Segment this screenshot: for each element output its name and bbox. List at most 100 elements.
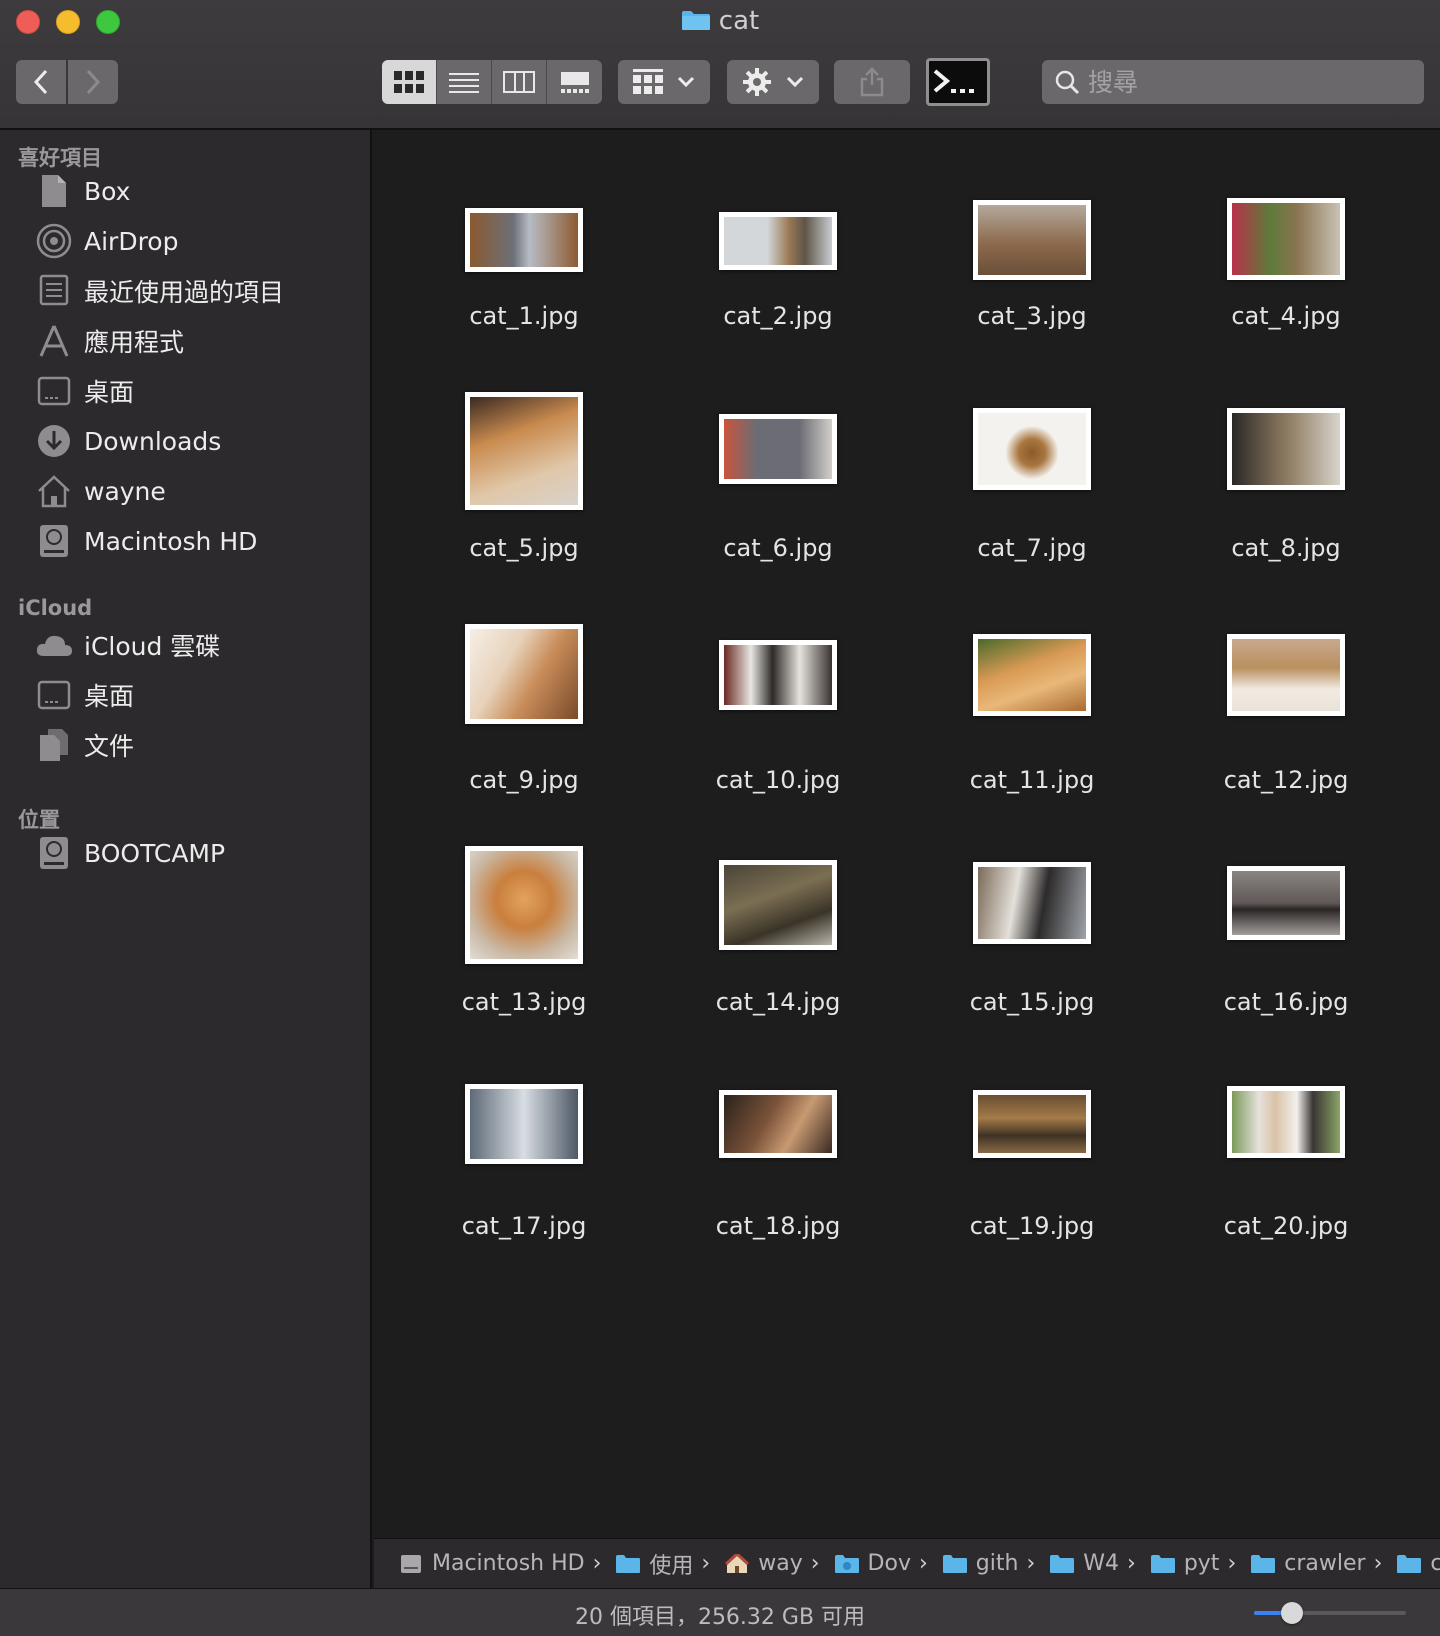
gallery-view-icon xyxy=(560,72,589,93)
column-view-icon xyxy=(503,71,535,93)
folder-icon xyxy=(1050,1554,1075,1573)
path-item-downloads[interactable]: Dov › xyxy=(834,1551,938,1576)
image-thumbnail xyxy=(719,414,837,484)
sidebar-item-label: 最近使用過的項目 xyxy=(84,278,285,307)
airdrop-icon xyxy=(34,221,74,261)
column-view-button[interactable] xyxy=(492,60,547,104)
image-thumbnail xyxy=(719,212,837,270)
group-by-button[interactable] xyxy=(618,60,710,104)
file-item[interactable]: cat_2.jpg xyxy=(678,160,878,330)
image-thumbnail xyxy=(1227,408,1345,490)
path-item-python[interactable]: pyt › xyxy=(1150,1551,1246,1576)
file-item[interactable]: cat_19.jpg xyxy=(932,1070,1132,1240)
sidebar-item-box[interactable]: Box xyxy=(34,168,364,214)
cloud-icon xyxy=(34,625,74,665)
back-button[interactable] xyxy=(16,60,66,104)
image-thumbnail xyxy=(1227,198,1345,280)
desktop-icon xyxy=(34,675,74,715)
folder-icon xyxy=(681,11,710,30)
file-item[interactable]: cat_18.jpg xyxy=(678,1070,878,1240)
image-thumbnail xyxy=(719,1090,837,1158)
terminal-icon xyxy=(933,69,974,93)
sidebar-item-documents[interactable]: 文件 xyxy=(34,722,364,768)
gear-icon xyxy=(743,68,771,96)
path-item-label: crawler xyxy=(1284,1551,1366,1576)
sidebar-item-label: iCloud 雲碟 xyxy=(84,632,221,661)
icon-view-button[interactable] xyxy=(382,60,437,104)
share-button[interactable] xyxy=(834,60,910,104)
path-item-home[interactable]: way › xyxy=(724,1551,829,1576)
path-item-macintosh-hd[interactable]: Macintosh HD › xyxy=(398,1551,611,1576)
file-item[interactable]: cat_1.jpg xyxy=(424,160,624,330)
toolbar: cat xyxy=(0,0,1440,130)
sidebar-item-label: 文件 xyxy=(84,732,135,761)
file-item[interactable]: cat_11.jpg xyxy=(932,624,1132,794)
file-item[interactable]: cat_13.jpg xyxy=(424,846,624,1016)
file-item[interactable]: cat_5.jpg xyxy=(424,392,624,562)
file-item[interactable]: cat_10.jpg xyxy=(678,624,878,794)
sidebar-item-airdrop[interactable]: AirDrop xyxy=(34,218,364,264)
recents-icon xyxy=(34,271,74,311)
sidebar-item-macintosh-hd[interactable]: Macintosh HD xyxy=(34,518,364,564)
window-title-label: cat xyxy=(718,6,760,36)
sidebar-item-downloads[interactable]: Downloads xyxy=(34,418,364,464)
status-text: 20 個項目，256.32 GB 可用 xyxy=(574,1605,866,1630)
file-name: cat_10.jpg xyxy=(715,766,841,794)
sidebar-item-icloud-desktop[interactable]: 桌面 xyxy=(34,672,364,718)
icloud-header: iCloud xyxy=(18,596,93,620)
path-separator-icon: › xyxy=(1227,1551,1237,1576)
sidebar-item-label: AirDrop xyxy=(84,226,179,256)
file-name: cat_6.jpg xyxy=(723,534,833,562)
search-input[interactable] xyxy=(1088,67,1408,97)
path-item-users[interactable]: 使用 › xyxy=(615,1548,720,1580)
icon-size-slider-knob[interactable] xyxy=(1281,1602,1303,1624)
search-icon xyxy=(1055,70,1080,95)
file-item[interactable]: cat_9.jpg xyxy=(424,624,624,794)
sidebar-item-label: BOOTCAMP xyxy=(84,838,226,868)
sidebar-item-recents[interactable]: 最近使用過的項目 xyxy=(34,268,364,314)
forward-button[interactable] xyxy=(68,60,118,104)
terminal-button[interactable] xyxy=(926,58,990,106)
desktop-icon xyxy=(34,371,74,411)
path-separator-icon: › xyxy=(1373,1551,1383,1576)
sidebar-item-icloud-drive[interactable]: iCloud 雲碟 xyxy=(34,622,364,668)
disk-icon xyxy=(34,833,74,873)
sidebar-item-home[interactable]: wayne xyxy=(34,468,364,514)
sidebar-item-bootcamp[interactable]: BOOTCAMP xyxy=(34,830,364,876)
action-menu-button[interactable] xyxy=(727,60,819,104)
file-item[interactable]: cat_8.jpg xyxy=(1186,392,1386,562)
file-item[interactable]: cat_17.jpg xyxy=(424,1070,624,1240)
file-item[interactable]: cat_16.jpg xyxy=(1186,846,1386,1016)
image-thumbnail xyxy=(719,640,837,710)
downloads-icon xyxy=(34,421,74,461)
file-item[interactable]: cat_12.jpg xyxy=(1186,624,1386,794)
icon-size-slider[interactable] xyxy=(1254,1602,1406,1624)
file-item[interactable]: cat_3.jpg xyxy=(932,160,1132,330)
path-item-cat[interactable]: cat xyxy=(1396,1551,1440,1576)
search-field[interactable] xyxy=(1042,60,1424,104)
file-item[interactable]: cat_14.jpg xyxy=(678,846,878,1016)
path-item-crawler[interactable]: crawler › xyxy=(1250,1551,1392,1576)
file-item[interactable]: cat_4.jpg xyxy=(1186,160,1386,330)
file-item[interactable]: cat_15.jpg xyxy=(932,846,1132,1016)
image-thumbnail xyxy=(973,200,1091,280)
image-thumbnail xyxy=(973,862,1091,944)
file-name: cat_15.jpg xyxy=(969,988,1095,1016)
gallery-view-button[interactable] xyxy=(547,60,602,104)
folder-icon xyxy=(834,1554,859,1573)
file-item[interactable]: cat_7.jpg xyxy=(932,392,1132,562)
sidebar-item-desktop[interactable]: 桌面 xyxy=(34,368,364,414)
sidebar-item-applications[interactable]: 應用程式 xyxy=(34,318,364,364)
image-thumbnail xyxy=(465,846,583,964)
sidebar-item-label: Downloads xyxy=(84,426,222,456)
path-item-w4[interactable]: W4 › xyxy=(1049,1551,1146,1576)
path-item-label: way xyxy=(758,1551,803,1576)
path-separator-icon: › xyxy=(701,1551,711,1576)
share-icon xyxy=(860,67,884,97)
path-separator-icon: › xyxy=(1127,1551,1136,1576)
path-item-github[interactable]: gith › xyxy=(942,1551,1045,1576)
file-item[interactable]: cat_6.jpg xyxy=(678,392,878,562)
path-item-label: cat xyxy=(1430,1551,1440,1576)
file-item[interactable]: cat_20.jpg xyxy=(1186,1070,1386,1240)
list-view-button[interactable] xyxy=(437,60,492,104)
